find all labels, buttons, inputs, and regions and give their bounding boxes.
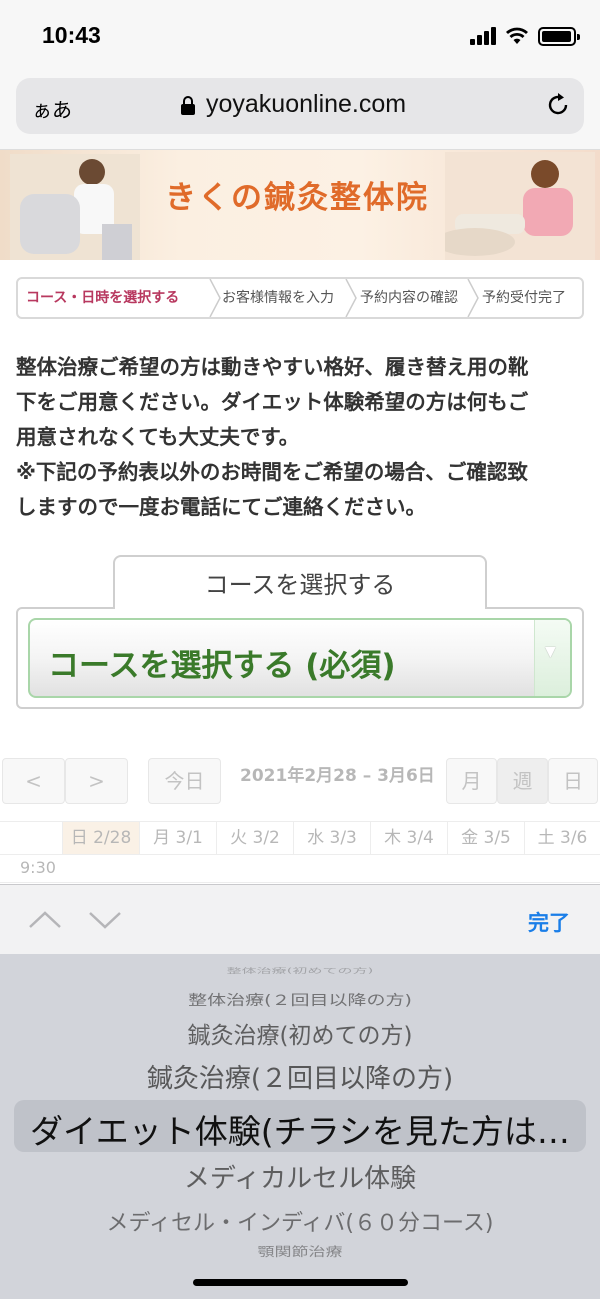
notice-line: ※下記の予約表以外のお時間をご希望の場合、ご確認致 <box>16 460 528 484</box>
step-confirm: 予約内容の確認 <box>360 290 458 306</box>
status-bar: 10:43 <box>0 0 600 70</box>
chevron-up-icon[interactable] <box>28 905 62 933</box>
done-button[interactable]: 完了 <box>528 907 570 937</box>
step-complete: 予約受付完了 <box>482 290 566 306</box>
address-bar[interactable]: ぁあ yoyakuonline.com <box>16 78 584 134</box>
lock-icon <box>181 96 195 115</box>
battery-icon <box>538 27 580 46</box>
step-divider-icon <box>467 279 479 317</box>
calendar-header: 日 2/28 月 3/1 火 3/2 水 3/3 木 3/4 金 3/5 土 3… <box>0 821 600 855</box>
view-month-button[interactable]: 月 <box>446 758 497 804</box>
course-select-value: コースを選択する (必須) <box>48 648 396 684</box>
reader-text-size-button[interactable]: ぁあ <box>32 94 72 123</box>
browser-toolbar: ぁあ yoyakuonline.com <box>0 70 600 150</box>
home-indicator[interactable] <box>193 1279 408 1286</box>
view-day-button[interactable]: 日 <box>548 758 598 804</box>
picker-option-selected[interactable]: ダイエット体験(チラシを見た方は… <box>0 1105 600 1153</box>
day-header: 土 3/6 <box>524 822 600 854</box>
prev-week-button[interactable]: < <box>2 758 65 804</box>
day-header: 火 3/2 <box>216 822 293 854</box>
course-select[interactable]: コースを選択する (必須) ▼ <box>28 618 572 698</box>
day-header: 水 3/3 <box>293 822 370 854</box>
picker-option[interactable]: 鍼灸治療(２回目以降の方) <box>0 1058 600 1095</box>
picker-option[interactable]: 整体治療(２回目以降の方) <box>0 989 600 1009</box>
time-label: 9:30 <box>20 858 56 877</box>
status-time: 10:43 <box>42 22 101 48</box>
chevron-down-icon[interactable] <box>88 905 122 933</box>
step-divider-icon <box>209 279 221 317</box>
cellular-signal-icon <box>470 27 498 45</box>
treatment-photo <box>445 152 595 260</box>
notice-text: 整体治療ご希望の方は動きやすい格好、履き替え用の靴 下をご用意ください。ダイエッ… <box>16 350 586 525</box>
notice-line: 整体治療ご希望の方は動きやすい格好、履き替え用の靴 <box>16 355 529 379</box>
step-divider-icon <box>345 279 357 317</box>
picker-option[interactable]: 顎関節治療 <box>0 1241 600 1260</box>
wifi-icon <box>506 27 528 44</box>
clinic-banner: きくの鍼灸整体院 <box>0 150 600 260</box>
picker-option[interactable]: メディカルセル体験 <box>0 1158 600 1195</box>
picker-option[interactable]: 鍼灸治療(初めての方) <box>0 1016 600 1050</box>
select-arrow[interactable]: ▼ <box>534 620 570 696</box>
course-picker[interactable]: 整体治療(初めての方) 整体治療(２回目以降の方) 鍼灸治療(初めての方) 鍼灸… <box>0 954 600 1299</box>
picker-toolbar: 完了 <box>0 884 600 954</box>
calendar: < > 今日 2021年2月28 – 3月6日 月 週 日 日 2/28 月 3… <box>0 755 600 885</box>
notice-line: しますので一度お電話にてご連絡ください。 <box>16 495 426 519</box>
view-week-button[interactable]: 週 <box>497 758 548 804</box>
day-header: 日 2/28 <box>62 822 139 854</box>
course-tab-joint <box>115 605 485 609</box>
notice-line: 用意されなくても大丈夫です。 <box>16 425 300 449</box>
url-text[interactable]: yoyakuonline.com <box>206 90 406 119</box>
day-header: 木 3/4 <box>370 822 447 854</box>
reload-icon[interactable] <box>544 91 572 119</box>
step-select-course: コース・日時を選択する <box>26 290 180 306</box>
calendar-range: 2021年2月28 – 3月6日 <box>240 766 435 786</box>
picker-option[interactable]: 整体治療(初めての方) <box>0 966 600 975</box>
picker-option[interactable]: メディセル・インディバ(６０分コース) <box>0 1205 600 1237</box>
triangle-down-icon: ▼ <box>545 644 556 660</box>
step-customer-info: お客様情報を入力 <box>222 290 334 306</box>
today-button[interactable]: 今日 <box>148 758 221 804</box>
day-header: 月 3/1 <box>139 822 216 854</box>
banner-title: きくの鍼灸整体院 <box>165 180 429 216</box>
next-week-button[interactable]: > <box>65 758 128 804</box>
notice-line: 下をご用意ください。ダイエット体験希望の方は何もご <box>16 390 529 414</box>
booking-steps: コース・日時を選択する お客様情報を入力 予約内容の確認 予約受付完了 <box>16 277 584 319</box>
time-row: 9:30 <box>0 855 600 883</box>
day-header: 金 3/5 <box>447 822 524 854</box>
therapist-photo <box>10 154 140 260</box>
